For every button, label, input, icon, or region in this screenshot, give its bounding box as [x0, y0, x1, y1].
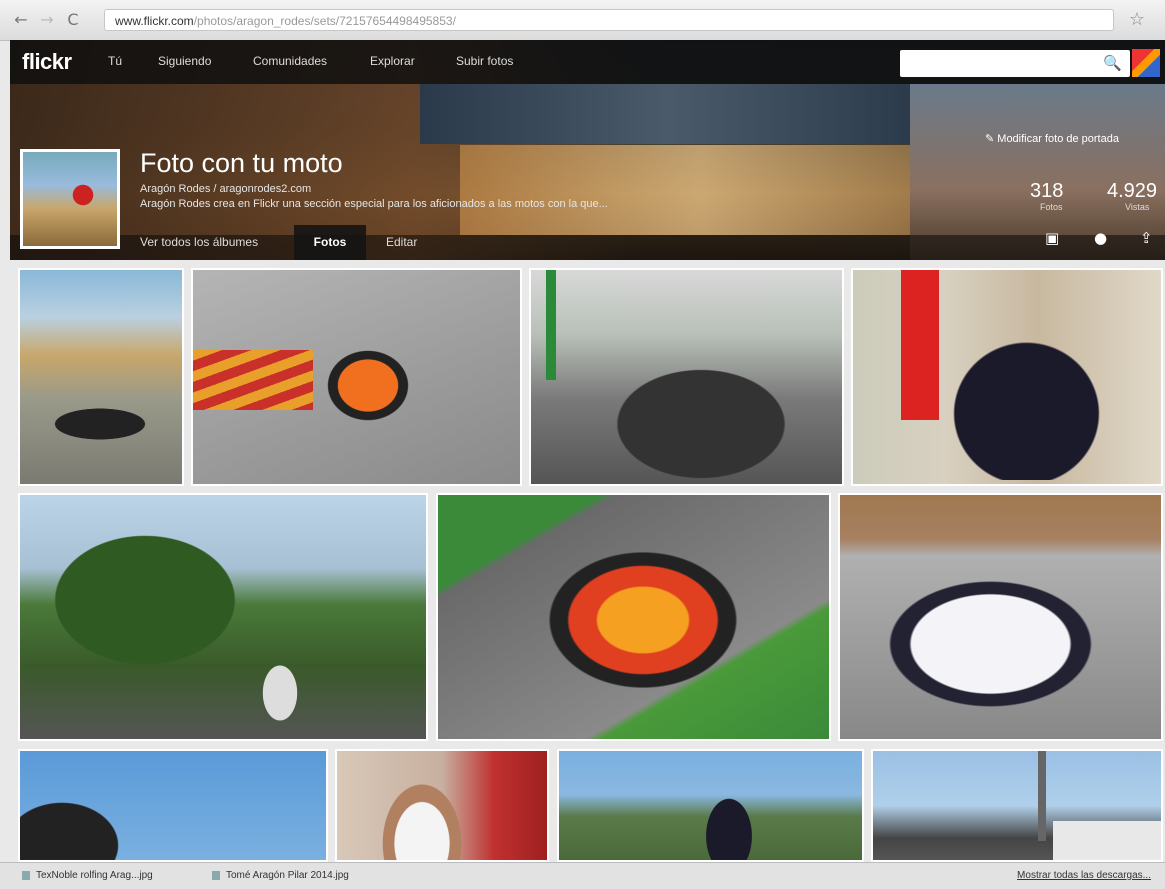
nav-item-explore[interactable]: Explorar: [370, 54, 415, 68]
photo-motorbike: [860, 545, 1150, 725]
photo-thumbnail[interactable]: [18, 268, 184, 486]
download-item[interactable]: TexNoble rolfing Arag...jpg: [22, 870, 153, 881]
download-filename: Tomé Aragón Pilar 2014.jpg: [226, 870, 349, 881]
photo-thumbnail[interactable]: [851, 268, 1163, 486]
tab-photos[interactable]: Fotos: [294, 225, 366, 260]
bookmark-star-icon[interactable]: ☆: [1129, 9, 1145, 30]
photo-trees: [40, 525, 250, 675]
photo-green-pole: [546, 270, 556, 380]
address-bar[interactable]: www.flickr.com/photos/aragon_rodes/sets/…: [104, 9, 1114, 31]
download-bar: TexNoble rolfing Arag...jpg Tomé Aragón …: [0, 862, 1165, 889]
photo-thumbnail[interactable]: [18, 749, 328, 862]
file-icon: [22, 870, 30, 880]
photo-motorbike: [923, 290, 1153, 480]
url-path: /photos/aragon_rodes/sets/72157654498495…: [193, 14, 456, 28]
photo-motorbike: [498, 515, 788, 725]
photo-flag-stripes: [193, 350, 313, 410]
edit-cover-button[interactable]: ✎ Modificar foto de portada: [985, 132, 1119, 145]
reload-icon[interactable]: C: [64, 11, 82, 29]
views-count-label: Vistas: [1125, 202, 1150, 212]
slideshow-icon[interactable]: ▣: [1045, 229, 1059, 247]
photo-building: [1053, 821, 1161, 860]
back-icon[interactable]: ←: [12, 11, 30, 29]
show-all-downloads-link[interactable]: Mostrar todas las descargas...: [1017, 870, 1151, 881]
cover-building-lobby: [460, 145, 940, 235]
photo-thumbnail[interactable]: [18, 493, 428, 741]
comment-icon[interactable]: ●: [1094, 229, 1107, 247]
tab-all-albums[interactable]: Ver todos los álbumes: [140, 235, 258, 249]
tab-edit[interactable]: Editar: [386, 235, 417, 249]
download-filename: TexNoble rolfing Arag...jpg: [36, 870, 153, 881]
file-icon: [212, 870, 220, 880]
photo-thumbnail[interactable]: [529, 268, 844, 486]
flickr-logo[interactable]: flickr: [22, 49, 72, 75]
photo-handlebar: [20, 771, 160, 860]
cover-building-windows: [420, 84, 920, 144]
download-item[interactable]: Tomé Aragón Pilar 2014.jpg: [212, 870, 349, 881]
thumbnail-bike: [63, 177, 103, 222]
photo-pole: [1038, 751, 1046, 841]
album-title: Foto con tu moto: [140, 148, 343, 178]
album-cover: flickr Tú Siguiendo Comunidades Explorar…: [10, 40, 1165, 260]
photo-motorbike: [571, 340, 831, 480]
search-icon[interactable]: 🔍: [1103, 54, 1122, 72]
photo-thumbnail[interactable]: [838, 493, 1163, 741]
album-thumbnail: [20, 149, 120, 249]
photo-thumbnail[interactable]: [871, 749, 1163, 862]
search-input[interactable]: 🔍: [900, 50, 1130, 77]
url-host: www.flickr.com: [115, 14, 194, 28]
flickr-top-nav: flickr Tú Siguiendo Comunidades Explorar…: [10, 40, 1165, 84]
nav-item-communities[interactable]: Comunidades: [253, 54, 327, 68]
photo-motorbike: [250, 645, 310, 725]
photo-person: [689, 771, 769, 860]
share-icon[interactable]: ⇪: [1140, 229, 1153, 247]
forward-icon[interactable]: →: [38, 11, 56, 29]
cover-building-right: [910, 84, 1165, 260]
nav-item-following[interactable]: Siguiendo: [158, 54, 211, 68]
nav-item-upload[interactable]: Subir fotos: [456, 54, 513, 68]
photo-person: [367, 761, 477, 860]
photos-count-label: Fotos: [1040, 202, 1063, 212]
photo-thumbnail[interactable]: [557, 749, 864, 862]
album-description: Aragón Rodes crea en Flickr una sección …: [140, 198, 608, 210]
photo-thumbnail[interactable]: [436, 493, 831, 741]
edit-cover-label: Modificar foto de portada: [997, 133, 1119, 145]
photo-thumbnail[interactable]: [191, 268, 522, 486]
photo-motorbike: [298, 325, 438, 435]
nav-item-you[interactable]: Tú: [108, 54, 122, 68]
album-owner[interactable]: Aragón Rodes / aragonrodes2.com: [140, 183, 311, 195]
views-count: 4.929: [1107, 180, 1158, 202]
user-avatar[interactable]: [1132, 49, 1160, 77]
photo-motorbike: [30, 400, 170, 440]
photo-thumbnail[interactable]: [335, 749, 549, 862]
photos-count: 318: [1030, 180, 1064, 202]
browser-toolbar: ← → C www.flickr.com/photos/aragon_rodes…: [0, 0, 1165, 41]
